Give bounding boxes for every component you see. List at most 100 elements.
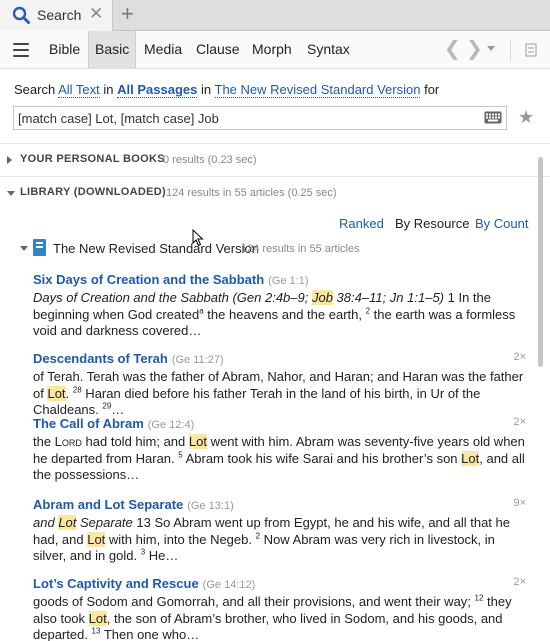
search-prefix: Search: [14, 82, 56, 97]
result-title[interactable]: Six Days of Creation and the Sabbath: [33, 272, 264, 287]
result-snippet: goods of Sodom and Gomorrah, and all the…: [33, 594, 531, 641]
sort-by-count[interactable]: By Count: [475, 216, 528, 231]
snippet-text: Abram took his wife Sarai and his brothe…: [182, 450, 462, 466]
search-hit-highlight: Lot: [461, 450, 480, 466]
tab-media[interactable]: Media: [138, 31, 188, 68]
forward-arrow-icon[interactable]: ❯: [466, 39, 483, 59]
snippet-text: had told him; and: [81, 434, 189, 449]
for-label: for: [424, 82, 440, 97]
search-icon: [12, 6, 30, 24]
collapse-caret-icon[interactable]: [20, 246, 28, 251]
result-title[interactable]: Lot’s Captivity and Rescue: [33, 576, 199, 591]
snippet-text: Then one who…: [100, 627, 200, 641]
search-hit-highlight: Job: [311, 290, 333, 305]
sort-by-resource[interactable]: By Resource: [395, 216, 469, 231]
hit-count: 9×: [513, 497, 526, 509]
tab-basic[interactable]: Basic: [88, 31, 137, 68]
sort-ranked[interactable]: Ranked: [339, 216, 384, 231]
snippet-text: the heavens and the earth,: [203, 306, 366, 322]
toolbar-divider: [510, 39, 511, 61]
snippet-text: Haran died before his father Terah in th…: [33, 385, 481, 418]
result-reference: (Ge 1:1): [268, 275, 309, 287]
panel-menu-icon[interactable]: [525, 43, 537, 57]
expand-caret-icon[interactable]: [7, 156, 12, 164]
mouse-cursor-icon: [192, 229, 204, 247]
tab-morph[interactable]: Morph: [246, 31, 298, 68]
version-dropdown[interactable]: The New Revised Standard Version: [214, 82, 421, 98]
snippet-text: the L: [33, 434, 62, 449]
favorite-star-icon[interactable]: ★: [518, 108, 534, 126]
scope-dropdown[interactable]: All Text: [58, 82, 100, 98]
in-label: in: [201, 82, 212, 97]
passages-dropdown[interactable]: All Passages: [117, 82, 198, 98]
verse-number: 29: [102, 401, 112, 411]
search-type-bar: Bible Basic Media Clause Morph Syntax ❮ …: [0, 31, 550, 69]
tab-label: Search: [37, 7, 82, 23]
result-snippet: and Lot Separate 13 So Abram went up fro…: [33, 515, 531, 565]
collapse-caret-icon[interactable]: [7, 191, 15, 196]
snippet-text: and: [33, 515, 59, 530]
result-reference: (Ge 11:27): [171, 354, 224, 366]
search-hit-highlight: Lot: [88, 610, 107, 626]
hit-count: 2×: [513, 576, 526, 588]
scrollbar-thumb[interactable]: [538, 157, 543, 367]
hamburger-menu-icon[interactable]: [13, 43, 29, 57]
section-title: LIBRARY (DOWNLOADED): [20, 186, 166, 198]
result-reference: (Ge 14:12): [202, 579, 256, 591]
section-personal-books[interactable]: YOUR PERSONAL BOOKS 0 results (0.23 sec): [0, 151, 536, 171]
resource-title[interactable]: The New Revised Standard Version: [53, 241, 259, 256]
verse-number: 28: [72, 385, 82, 395]
snippet-text: Separate: [76, 515, 133, 530]
search-hit-highlight: Lot: [58, 515, 77, 530]
add-tab-icon[interactable]: +: [121, 3, 134, 25]
snippet-text: ord: [61, 434, 82, 449]
tab-syntax[interactable]: Syntax: [301, 31, 356, 68]
search-hit-highlight: Lot: [87, 531, 106, 547]
tab-strip: Search ✕ +: [0, 0, 550, 31]
search-scope-line: Search All Text in All Passages in The N…: [14, 82, 440, 98]
result-title[interactable]: Descendants of Terah: [33, 351, 168, 366]
hit-count: 2×: [513, 351, 526, 363]
result-snippet: Days of Creation and the Sabbath (Gen 2:…: [33, 290, 531, 340]
snippet-text: goods of Sodom and Gomorrah, and all the…: [33, 594, 475, 609]
section-count: 124 results in 55 articles (0.25 sec): [166, 187, 337, 199]
result-item[interactable]: The Call of Abram (Ge 12:4) 2× the Lord ha…: [33, 416, 531, 484]
section-title: YOUR PERSONAL BOOKS: [20, 153, 165, 165]
snippet-text: He…: [145, 548, 179, 563]
section-count: 0 results (0.23 sec): [163, 154, 257, 166]
close-icon[interactable]: ✕: [89, 5, 103, 23]
result-item[interactable]: Lot’s Captivity and Rescue (Ge 14:12) 2× g…: [33, 576, 531, 641]
in-label: in: [103, 82, 114, 97]
result-item[interactable]: Six Days of Creation and the Sabbath (Ge …: [33, 272, 531, 340]
tab-search[interactable]: Search ✕: [0, 0, 113, 31]
result-item[interactable]: Descendants of Terah (Ge 11:27) 2× of Tera…: [33, 351, 531, 419]
result-snippet: the Lord had told him; and Lot went with…: [33, 434, 531, 484]
keyboard-icon[interactable]: [484, 111, 502, 124]
history-dropdown-icon[interactable]: [487, 46, 495, 51]
hit-count: 2×: [513, 416, 526, 428]
snippet-text: 38:4–11; Jn 1:1–5): [332, 290, 445, 305]
back-arrow-icon[interactable]: ❮: [444, 39, 461, 59]
snippet-text: …: [111, 402, 125, 417]
snippet-text: Days of Creation and the Sabbath (Gen 2:…: [33, 290, 312, 305]
snippet-text: .: [65, 385, 73, 401]
result-title[interactable]: The Call of Abram: [33, 416, 144, 431]
search-hit-highlight: Lot: [47, 385, 66, 401]
section-library[interactable]: LIBRARY (DOWNLOADED) 124 results in 55 a…: [0, 184, 536, 204]
search-input[interactable]: [18, 109, 480, 127]
result-snippet: of Terah. Terah was the father of Abram,…: [33, 369, 531, 419]
tab-clause[interactable]: Clause: [190, 31, 246, 68]
results-scrollbar[interactable]: [538, 152, 544, 641]
resource-count: 124 results in 55 articles: [241, 243, 360, 255]
snippet-text: with him, into the Negeb.: [105, 531, 256, 547]
divider: [0, 143, 550, 144]
tab-bible[interactable]: Bible: [43, 31, 86, 68]
divider: [0, 176, 550, 177]
book-icon: [33, 239, 46, 256]
result-title[interactable]: Abram and Lot Separate: [33, 497, 183, 512]
search-box: [13, 106, 507, 130]
result-reference: (Ge 12:4): [147, 419, 195, 431]
result-item[interactable]: Abram and Lot Separate (Ge 13:1) 9× and Lo…: [33, 497, 531, 565]
result-reference: (Ge 13:1): [187, 500, 234, 512]
search-hit-highlight: Lot: [188, 434, 207, 449]
